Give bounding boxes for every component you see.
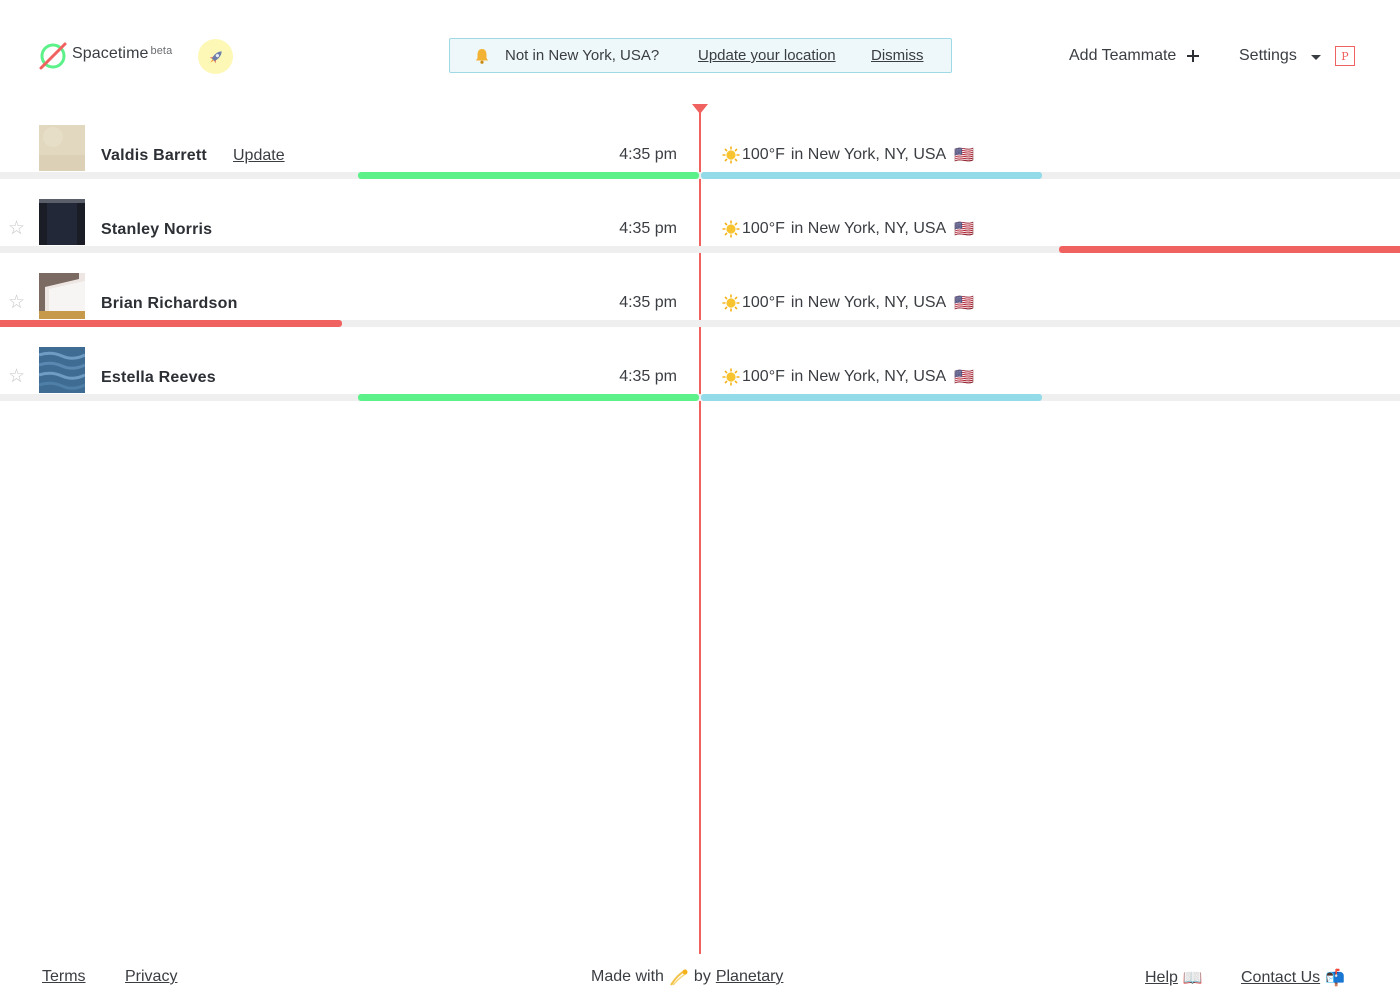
dismiss-link[interactable]: Dismiss xyxy=(871,47,924,64)
book-icon: 📖 xyxy=(1182,970,1203,987)
sun-icon xyxy=(722,294,740,312)
day-track xyxy=(0,394,1400,401)
flag-icon: 🇺🇸 xyxy=(954,369,975,386)
made-with-credit: Made with by Planetary xyxy=(591,967,783,987)
favorite-star-icon[interactable]: ☆ xyxy=(8,293,25,312)
planetary-link[interactable]: Planetary xyxy=(716,968,784,986)
evening-hours-bar xyxy=(701,394,1042,401)
location-text: in New York, NY, USA xyxy=(790,220,947,237)
weather-info: 100°F in New York, NY, USA 🇺🇸 xyxy=(722,293,974,313)
teammate-photo xyxy=(39,125,85,171)
bell-icon xyxy=(476,49,488,64)
local-time: 4:35 pm xyxy=(619,146,677,163)
teammate-photo xyxy=(39,273,85,319)
rocket-button[interactable] xyxy=(198,39,233,74)
contact-us-link[interactable]: Contact Us xyxy=(1241,969,1320,987)
teammate-name[interactable]: Brian Richardson xyxy=(101,295,238,313)
beta-tag: beta xyxy=(150,45,173,57)
update-teammate-link[interactable]: Update xyxy=(233,147,285,165)
sleep-hours-bar xyxy=(0,320,342,327)
avatar[interactable] xyxy=(39,347,85,393)
sun-icon xyxy=(722,220,740,238)
favorite-star-icon[interactable]: ☆ xyxy=(8,219,25,238)
privacy-link[interactable]: Privacy xyxy=(125,968,177,986)
local-time: 4:35 pm xyxy=(619,220,677,237)
plus-icon xyxy=(1187,50,1200,62)
mailbox-icon: 📬 xyxy=(1325,970,1346,987)
temperature: 100°F xyxy=(742,294,785,311)
work-hours-bar xyxy=(358,172,699,179)
chevron-down-icon xyxy=(1310,54,1321,60)
work-hours-bar xyxy=(358,394,699,401)
avatar[interactable] xyxy=(39,273,85,319)
avatar[interactable] xyxy=(39,125,85,171)
teammate-row: ☆ Estella Reeves 4:35 pm 100°F in New Yo… xyxy=(0,347,1400,425)
help-link-wrap[interactable]: Help 📖 xyxy=(1145,968,1203,988)
weather-info: 100°F in New York, NY, USA 🇺🇸 xyxy=(722,367,974,387)
teammate-photo xyxy=(39,199,85,245)
teammate-name[interactable]: Estella Reeves xyxy=(101,369,216,387)
weather-info: 100°F in New York, NY, USA 🇺🇸 xyxy=(722,145,974,165)
current-time-marker xyxy=(692,104,708,114)
add-teammate-button[interactable]: Add Teammate xyxy=(1069,47,1200,65)
user-avatar[interactable]: P xyxy=(1335,46,1355,66)
sun-icon xyxy=(722,368,740,386)
teammate-photo xyxy=(39,347,85,393)
teammate-row: Valdis Barrett Update 4:35 pm 100°F in N… xyxy=(0,125,1400,203)
add-teammate-label: Add Teammate xyxy=(1069,47,1177,64)
sun-icon xyxy=(722,146,740,164)
day-track xyxy=(0,172,1400,179)
evening-hours-bar xyxy=(701,172,1042,179)
temperature: 100°F xyxy=(742,220,785,237)
location-notice: Not in New York, USA? Update your locati… xyxy=(449,38,952,73)
location-text: in New York, NY, USA xyxy=(790,368,947,385)
teammate-row: ☆ Stanley Norris 4:35 pm 100°F in New Yo… xyxy=(0,199,1400,277)
flag-icon: 🇺🇸 xyxy=(954,221,975,238)
temperature: 100°F xyxy=(742,368,785,385)
contact-link-wrap[interactable]: Contact Us 📬 xyxy=(1241,968,1345,988)
flag-icon: 🇺🇸 xyxy=(954,295,975,312)
terms-link[interactable]: Terms xyxy=(42,968,86,986)
comet-icon xyxy=(670,969,688,986)
teammate-name[interactable]: Stanley Norris xyxy=(101,221,212,239)
teammate-row: ☆ Brian Richardson 4:35 pm 100°F in New … xyxy=(0,273,1400,351)
notice-message: Not in New York, USA? xyxy=(505,47,660,64)
sleep-hours-bar xyxy=(1059,246,1400,253)
local-time: 4:35 pm xyxy=(619,294,677,311)
spacetime-logo-icon[interactable] xyxy=(38,41,68,71)
brand-name: Spacetime xyxy=(72,45,149,62)
by-text: by xyxy=(693,968,711,985)
flag-icon: 🇺🇸 xyxy=(954,147,975,164)
avatar[interactable] xyxy=(39,199,85,245)
location-text: in New York, NY, USA xyxy=(790,294,947,311)
made-with-text: Made with xyxy=(591,968,664,985)
teammate-name[interactable]: Valdis Barrett xyxy=(101,147,207,165)
temperature: 100°F xyxy=(742,146,785,163)
update-location-link[interactable]: Update your location xyxy=(698,47,836,64)
weather-info: 100°F in New York, NY, USA 🇺🇸 xyxy=(722,219,974,239)
app-brand[interactable]: Spacetime beta xyxy=(72,45,172,63)
favorite-star-icon[interactable]: ☆ xyxy=(8,367,25,386)
location-text: in New York, NY, USA xyxy=(790,146,947,163)
help-link[interactable]: Help xyxy=(1145,969,1178,987)
settings-label: Settings xyxy=(1239,47,1297,64)
settings-dropdown[interactable]: Settings xyxy=(1239,47,1321,65)
rocket-icon xyxy=(209,50,222,63)
local-time: 4:35 pm xyxy=(619,368,677,385)
